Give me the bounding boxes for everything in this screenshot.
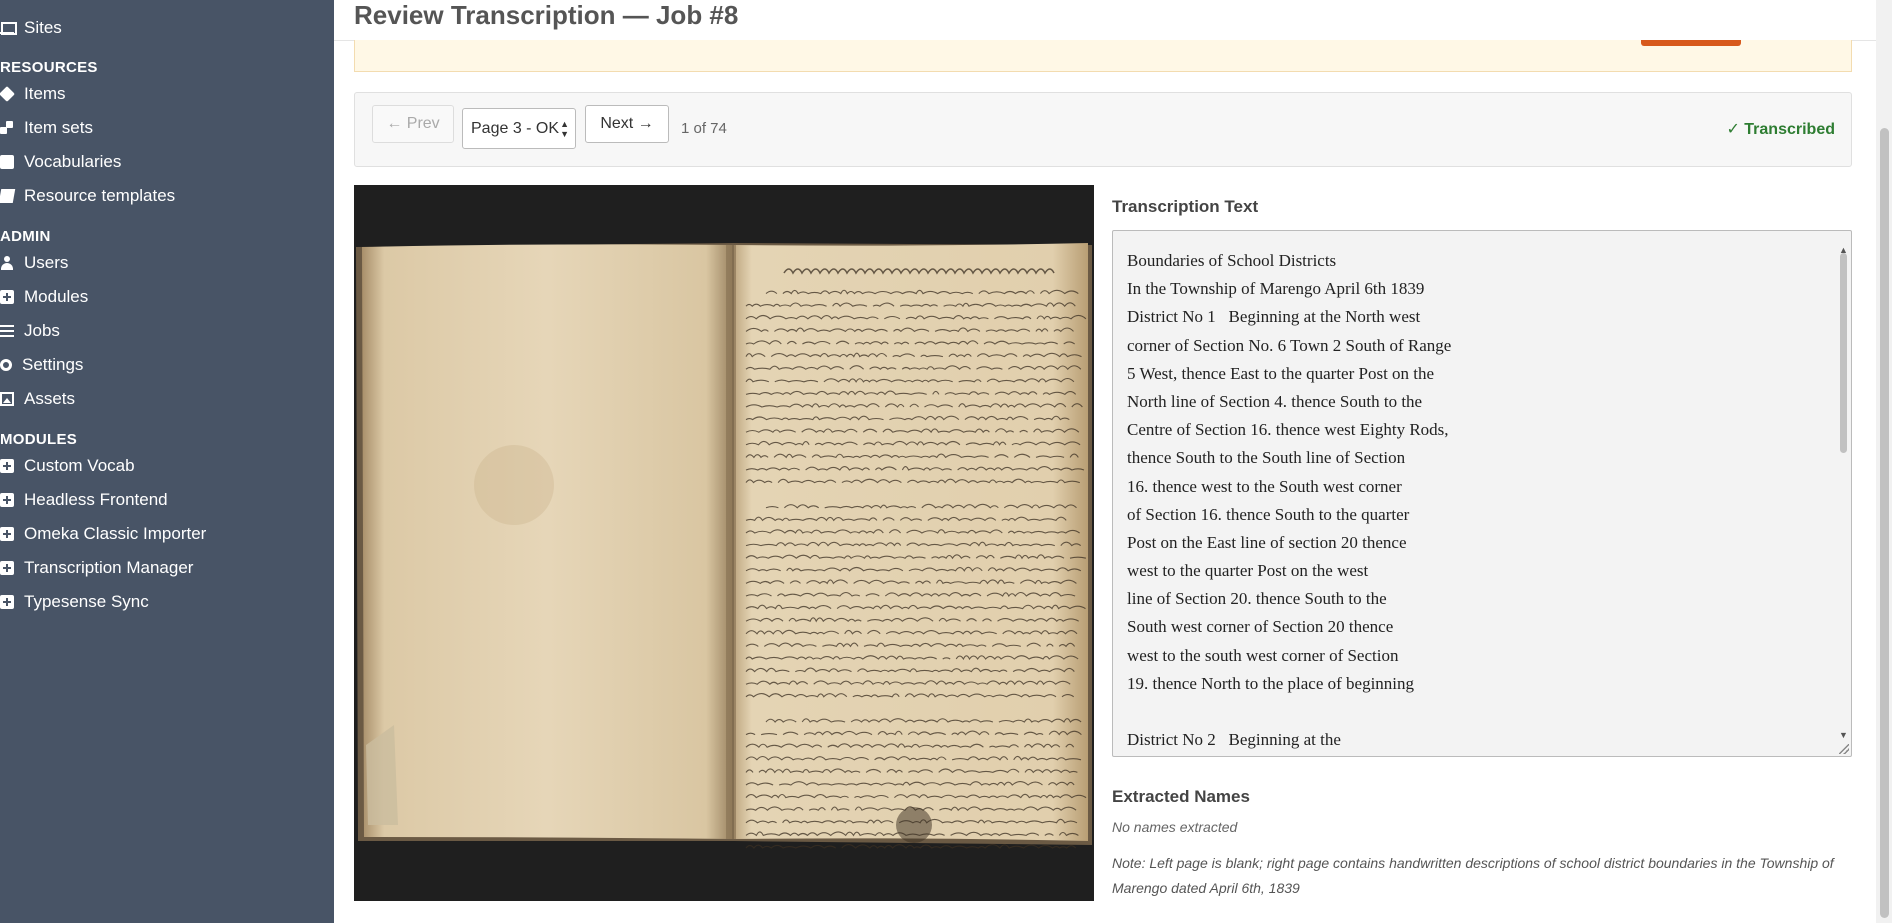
transcription-scrollbar[interactable]: ▲ ▼ bbox=[1837, 233, 1849, 753]
sidebar-section-heading-modules: MODULES bbox=[0, 431, 78, 448]
plus-square-icon bbox=[0, 493, 14, 507]
transcription-line: South west corner of Section 20 thence bbox=[1127, 617, 1394, 637]
transcription-line: corner of Section No. 6 Town 2 South of … bbox=[1127, 335, 1452, 355]
transcription-line: Boundaries of School Districts bbox=[1127, 251, 1337, 270]
page-navigation-toolbar: ← Prev Page 3 - OK ▲ ▼ Next → 1 of 74 ✓ T… bbox=[354, 92, 1852, 167]
sidebar-item-omeka-classic-importer[interactable]: Omeka Classic Importer bbox=[0, 520, 206, 548]
manuscript-image-viewer[interactable] bbox=[354, 185, 1094, 901]
transcription-line: In the Township of Marengo April 6th 183… bbox=[1127, 279, 1425, 299]
book-icon bbox=[0, 155, 14, 169]
sidebar-section-heading-admin: ADMIN bbox=[0, 228, 51, 245]
sidebar-item-label: Headless Frontend bbox=[24, 490, 168, 509]
transcription-line: west to the south west corner of Section bbox=[1127, 645, 1399, 665]
plus-square-icon bbox=[0, 595, 14, 609]
sidebar-item-label: Omeka Classic Importer bbox=[24, 524, 207, 543]
plus-square-icon bbox=[0, 459, 14, 473]
page-count: 1 of 74 bbox=[681, 120, 727, 137]
sidebar-item-jobs[interactable]: Jobs bbox=[0, 317, 60, 345]
transcription-textarea[interactable]: Boundaries of School Districts In the Tow… bbox=[1112, 230, 1852, 757]
transcription-line bbox=[1127, 698, 1837, 726]
transcription-line: District No 2 Beginning at the bbox=[1127, 730, 1341, 750]
sidebar-item-label: Resource templates bbox=[24, 186, 176, 205]
sidebar-item-resource-templates[interactable]: Resource templates bbox=[0, 182, 175, 210]
list-icon bbox=[0, 324, 14, 338]
next-page-button[interactable]: Next → bbox=[585, 105, 669, 143]
sidebar-item-sites[interactable]: Sites bbox=[0, 14, 62, 42]
transcription-line: of Section 16. thence South to the quart… bbox=[1127, 504, 1410, 524]
select-arrows-icon: ▲ ▼ bbox=[560, 119, 569, 139]
resize-grip-icon[interactable] bbox=[1839, 744, 1849, 754]
image-icon bbox=[0, 392, 14, 406]
sidebar-item-vocabularies[interactable]: Vocabularies bbox=[0, 148, 121, 176]
sidebar-item-label: Jobs bbox=[24, 321, 60, 340]
sidebar-item-label: Sites bbox=[24, 18, 62, 37]
transcription-line: west to the quarter Post on the west bbox=[1127, 561, 1369, 581]
cubes-icon bbox=[0, 121, 14, 135]
sidebar-item-label: Item sets bbox=[24, 118, 93, 137]
page-select[interactable]: Page 3 - OK ▲ ▼ bbox=[462, 108, 576, 149]
sidebar-item-assets[interactable]: Assets bbox=[0, 385, 75, 413]
transcription-line: Centre of Section 16. thence west Eighty… bbox=[1127, 420, 1449, 440]
main-content: Review Transcription — Job #8 ← Prev Pag… bbox=[334, 0, 1876, 923]
sidebar-item-items[interactable]: Items bbox=[0, 80, 66, 108]
prev-page-button[interactable]: ← Prev bbox=[372, 105, 454, 143]
scrollbar-thumb[interactable] bbox=[1840, 253, 1847, 453]
transcription-line: 16. thence west to the South west corner bbox=[1127, 476, 1402, 496]
page-scrollbar-thumb[interactable] bbox=[1880, 128, 1889, 918]
sidebar-item-label: Transcription Manager bbox=[24, 558, 194, 577]
transcription-line: line of Section 20. thence South to the bbox=[1127, 589, 1387, 609]
extracted-names-empty: No names extracted bbox=[1112, 819, 1238, 835]
alert-action-button[interactable] bbox=[1641, 40, 1741, 46]
page-select-value: Page 3 - OK bbox=[471, 119, 560, 137]
extracted-names-label: Extracted Names bbox=[1112, 787, 1250, 806]
sidebar-item-label: Modules bbox=[24, 287, 89, 306]
page-title: Review Transcription — Job #8 bbox=[354, 0, 739, 30]
sidebar-item-custom-vocab[interactable]: Custom Vocab bbox=[0, 452, 135, 480]
plus-square-icon bbox=[0, 290, 14, 304]
transcription-line: thence South to the South line of Sectio… bbox=[1127, 448, 1406, 468]
transcription-line: District No 1 Beginning at the North wes… bbox=[1127, 307, 1421, 327]
sidebar: Sites RESOURCES Items Item sets Vocabula… bbox=[0, 0, 334, 923]
sidebar-section-heading-resources: RESOURCES bbox=[0, 59, 98, 76]
transcription-line: North line of Section 4. thence South to… bbox=[1127, 391, 1423, 411]
gears-icon bbox=[0, 359, 12, 371]
sidebar-item-label: Items bbox=[24, 84, 66, 103]
sidebar-item-label: Custom Vocab bbox=[24, 456, 135, 475]
sidebar-item-users[interactable]: Users bbox=[0, 249, 68, 277]
manuscript-page-image bbox=[354, 185, 1094, 901]
sidebar-item-transcription-manager[interactable]: Transcription Manager bbox=[0, 554, 193, 582]
sidebar-item-typesense-sync[interactable]: Typesense Sync bbox=[0, 588, 149, 616]
sidebar-item-settings[interactable]: Settings bbox=[0, 351, 83, 379]
transcription-line: 19. thence North to the place of beginni… bbox=[1127, 673, 1415, 693]
sidebar-item-label: Assets bbox=[24, 389, 76, 408]
sidebar-item-label: Users bbox=[24, 253, 69, 272]
plus-square-icon bbox=[0, 527, 14, 541]
transcription-lines: Boundaries of School Districts In the Tow… bbox=[1127, 247, 1837, 754]
sidebar-item-label: Typesense Sync bbox=[24, 592, 149, 611]
cube-icon bbox=[0, 86, 15, 102]
sidebar-item-modules[interactable]: Modules bbox=[0, 283, 88, 311]
sidebar-item-item-sets[interactable]: Item sets bbox=[0, 114, 93, 142]
transcription-line: 5 West, thence East to the quarter Post … bbox=[1127, 363, 1435, 383]
page-scrollbar[interactable] bbox=[1876, 0, 1892, 923]
laptop-icon bbox=[0, 21, 17, 35]
transcription-line: Post on the East line of section 20 then… bbox=[1127, 532, 1407, 552]
status-badge: ✓ Transcribed bbox=[1726, 121, 1835, 138]
sidebar-item-label: Vocabularies bbox=[24, 152, 122, 171]
sidebar-item-headless-frontend[interactable]: Headless Frontend bbox=[0, 486, 168, 514]
alert-bar bbox=[354, 40, 1852, 72]
transcription-label: Transcription Text bbox=[1112, 197, 1259, 216]
transcription-note: Note: Left page is blank; right page con… bbox=[1112, 855, 1834, 896]
pencil-icon bbox=[0, 189, 16, 203]
plus-square-icon bbox=[0, 561, 14, 575]
sidebar-item-label: Settings bbox=[22, 355, 84, 374]
user-icon bbox=[0, 256, 14, 270]
